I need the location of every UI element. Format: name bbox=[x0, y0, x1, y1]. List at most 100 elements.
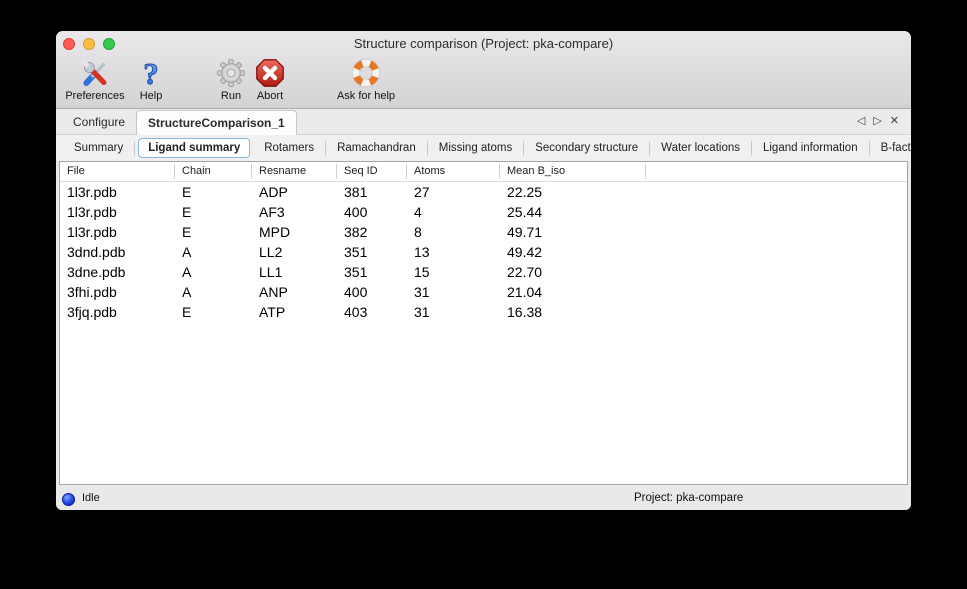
table-cell: 49.42 bbox=[500, 242, 646, 262]
window-title: Structure comparison (Project: pka-compa… bbox=[116, 31, 851, 57]
table-cell: LL2 bbox=[252, 242, 337, 262]
table-cell: 27 bbox=[407, 182, 500, 202]
table-cell: A bbox=[175, 282, 252, 302]
primary-tabbar: Configure StructureComparison_1 ◁ ▷ ✕ bbox=[56, 109, 911, 135]
table-cell: 3dne.pdb bbox=[60, 262, 175, 282]
table-cell: 381 bbox=[337, 182, 407, 202]
tab-water-locations[interactable]: Water locations bbox=[650, 141, 752, 156]
table-cell: 25.44 bbox=[500, 202, 646, 222]
column-header-seq-id[interactable]: Seq ID bbox=[337, 164, 407, 179]
help-button[interactable]: ? Help bbox=[135, 57, 167, 102]
content-area: FileChainResnameSeq IDAtomsMean B_iso 1l… bbox=[56, 161, 911, 487]
table-row[interactable]: 3dne.pdbALL13511522.70 bbox=[60, 262, 907, 282]
table-cell: 31 bbox=[407, 302, 500, 322]
column-header-mean-b-iso[interactable]: Mean B_iso bbox=[500, 164, 646, 179]
svg-text:?: ? bbox=[143, 57, 159, 89]
help-label: Help bbox=[140, 90, 163, 102]
table-cell: 22.25 bbox=[500, 182, 646, 202]
abort-button[interactable]: Abort bbox=[254, 57, 286, 102]
tab-scroll-left-icon[interactable]: ◁ bbox=[857, 109, 865, 134]
tab-missing-atoms[interactable]: Missing atoms bbox=[428, 141, 525, 156]
table-cell: 4 bbox=[407, 202, 500, 222]
gear-icon bbox=[215, 57, 247, 89]
table-cell: 1l3r.pdb bbox=[60, 222, 175, 242]
project-label: Project: pka-compare bbox=[634, 487, 743, 510]
tab-scroll-right-icon[interactable]: ▷ bbox=[873, 109, 881, 134]
ask-for-help-label: Ask for help bbox=[337, 90, 395, 102]
table-cell: 351 bbox=[337, 242, 407, 262]
ligand-summary-panel: FileChainResnameSeq IDAtomsMean B_iso 1l… bbox=[59, 161, 908, 485]
tab-ramachandran[interactable]: Ramachandran bbox=[326, 141, 428, 156]
table-cell: 3fjq.pdb bbox=[60, 302, 175, 322]
table-cell: AF3 bbox=[252, 202, 337, 222]
table-cell: 31 bbox=[407, 282, 500, 302]
tools-icon bbox=[79, 57, 111, 89]
table-row[interactable]: 1l3r.pdbEMPD382849.71 bbox=[60, 222, 907, 242]
table-cell: ATP bbox=[252, 302, 337, 322]
column-header-chain[interactable]: Chain bbox=[175, 164, 252, 179]
column-header-atoms[interactable]: Atoms bbox=[407, 164, 500, 179]
app-window: Structure comparison (Project: pka-compa… bbox=[56, 31, 911, 510]
ask-for-help-button[interactable]: Ask for help bbox=[337, 57, 395, 102]
table-cell: 400 bbox=[337, 282, 407, 302]
zoom-button[interactable] bbox=[103, 38, 115, 50]
column-header-file[interactable]: File bbox=[60, 164, 175, 179]
preferences-button[interactable]: Preferences bbox=[65, 57, 124, 102]
tab-summary[interactable]: Summary bbox=[63, 141, 135, 156]
table-cell: 8 bbox=[407, 222, 500, 242]
abort-label: Abort bbox=[257, 90, 283, 102]
lifebuoy-icon bbox=[350, 57, 382, 89]
column-header-resname[interactable]: Resname bbox=[252, 164, 337, 179]
table-cell: E bbox=[175, 182, 252, 202]
status-text: Idle bbox=[82, 487, 100, 510]
secondary-tabbar: SummaryLigand summaryRotamersRamachandra… bbox=[56, 135, 911, 161]
table-row[interactable]: 3fhi.pdbAANP4003121.04 bbox=[60, 282, 907, 302]
table-cell: 49.71 bbox=[500, 222, 646, 242]
table-cell: ADP bbox=[252, 182, 337, 202]
status-indicator-icon bbox=[62, 493, 75, 506]
run-button[interactable]: Run bbox=[215, 57, 247, 102]
table-cell: 16.38 bbox=[500, 302, 646, 322]
table-row[interactable]: 3fjq.pdbEATP4033116.38 bbox=[60, 302, 907, 322]
table-cell: 351 bbox=[337, 262, 407, 282]
table-cell: 403 bbox=[337, 302, 407, 322]
table-cell: E bbox=[175, 202, 252, 222]
table-cell: 400 bbox=[337, 202, 407, 222]
table-cell: A bbox=[175, 262, 252, 282]
table-cell: A bbox=[175, 242, 252, 262]
table-cell: MPD bbox=[252, 222, 337, 242]
table-row[interactable]: 3dnd.pdbALL23511349.42 bbox=[60, 242, 907, 262]
table-cell: ANP bbox=[252, 282, 337, 302]
run-label: Run bbox=[221, 90, 241, 102]
titlebar-toolbar: Structure comparison (Project: pka-compa… bbox=[56, 31, 911, 109]
tab-b-factors[interactable]: B-factors bbox=[870, 141, 911, 156]
table-cell: 3fhi.pdb bbox=[60, 282, 175, 302]
table-cell: 13 bbox=[407, 242, 500, 262]
tab-ligand-information[interactable]: Ligand information bbox=[752, 141, 870, 156]
table-row[interactable]: 1l3r.pdbEADP3812722.25 bbox=[60, 182, 907, 202]
table-cell: 3dnd.pdb bbox=[60, 242, 175, 262]
table-row[interactable]: 1l3r.pdbEAF3400425.44 bbox=[60, 202, 907, 222]
table-cell: 1l3r.pdb bbox=[60, 202, 175, 222]
preferences-label: Preferences bbox=[65, 90, 124, 102]
table-cell: LL1 bbox=[252, 262, 337, 282]
table-cell: 22.70 bbox=[500, 262, 646, 282]
tab-rotamers[interactable]: Rotamers bbox=[253, 141, 326, 156]
table-cell: E bbox=[175, 302, 252, 322]
tab-ligand-summary[interactable]: Ligand summary bbox=[138, 138, 250, 158]
table-cell: 21.04 bbox=[500, 282, 646, 302]
close-button[interactable] bbox=[63, 38, 75, 50]
column-header-filler bbox=[646, 164, 907, 179]
tab-structurecomparison-1[interactable]: StructureComparison_1 bbox=[136, 110, 297, 135]
tab-configure[interactable]: Configure bbox=[62, 110, 136, 134]
question-mark-icon: ? bbox=[135, 57, 167, 89]
tab-secondary-structure[interactable]: Secondary structure bbox=[524, 141, 650, 156]
status-bar: Idle Project: pka-compare bbox=[56, 487, 911, 510]
table-cell: 15 bbox=[407, 262, 500, 282]
tab-close-icon[interactable]: ✕ bbox=[890, 109, 899, 134]
table-header-row: FileChainResnameSeq IDAtomsMean B_iso bbox=[60, 162, 907, 182]
table-body: 1l3r.pdbEADP3812722.251l3r.pdbEAF3400425… bbox=[60, 182, 907, 322]
minimize-button[interactable] bbox=[83, 38, 95, 50]
table-cell: 1l3r.pdb bbox=[60, 182, 175, 202]
table-cell: E bbox=[175, 222, 252, 242]
